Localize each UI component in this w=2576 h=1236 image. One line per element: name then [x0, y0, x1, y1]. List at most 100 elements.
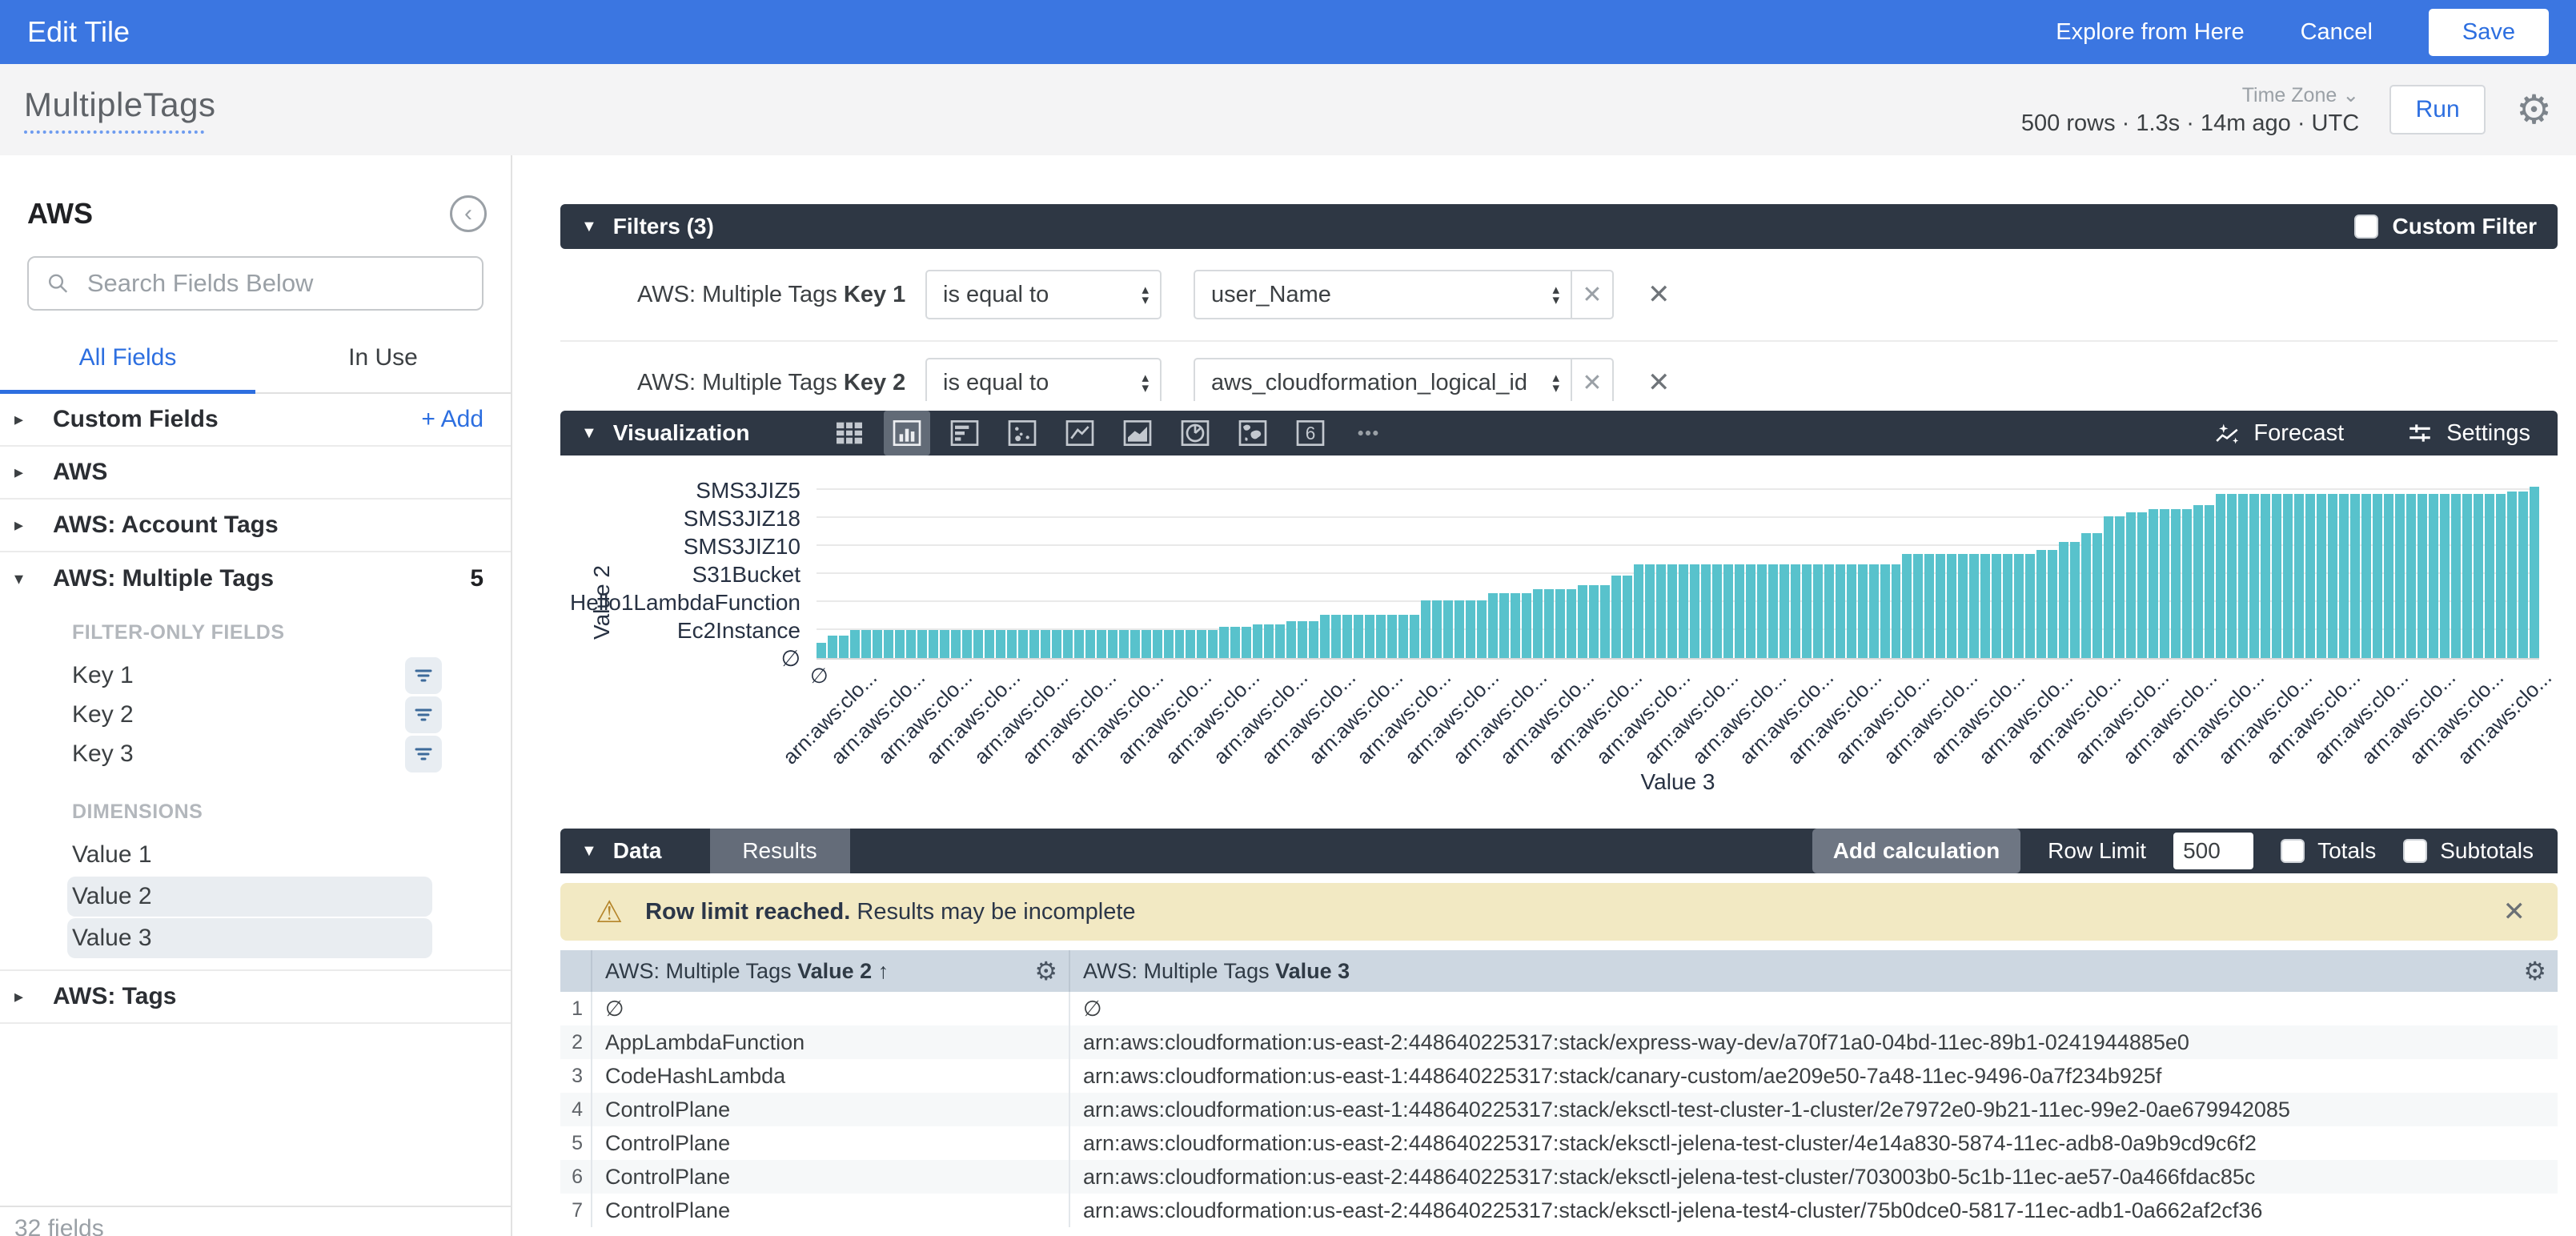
column-header-value2[interactable]: AWS: Multiple Tags Value 2 ↑ ⚙	[591, 950, 1069, 992]
horizontal-bar-icon[interactable]	[941, 411, 988, 455]
scatter-icon[interactable]	[999, 411, 1045, 455]
column-gear-icon[interactable]: ⚙	[1034, 956, 1057, 986]
filter-icon[interactable]	[405, 696, 442, 733]
value-select[interactable]: user_Name ▴▾ ✕	[1194, 270, 1614, 319]
search-input[interactable]	[87, 269, 464, 298]
run-button[interactable]: Run	[2389, 85, 2486, 134]
explore-from-here-button[interactable]: Explore from Here	[2056, 19, 2244, 46]
single-value-icon[interactable]: 6	[1287, 411, 1334, 455]
more-icon[interactable]	[1345, 411, 1391, 455]
bar	[2406, 494, 2416, 658]
select-arrows-icon: ▴▾	[1552, 372, 1559, 393]
bar	[1969, 554, 1979, 658]
field-count-badge: 5	[470, 565, 484, 592]
bar	[1443, 600, 1453, 658]
row-limit-warning: ⚠ Row limit reached. Results may be inco…	[560, 883, 2558, 941]
operator-select[interactable]: is equal to ▴▾	[925, 270, 1162, 319]
field-value-3[interactable]: Value 3	[67, 918, 432, 958]
table-row[interactable]: 4ControlPlanearn:aws:cloudformation:us-e…	[560, 1093, 2558, 1126]
field-key-1[interactable]: Key 1	[0, 656, 511, 695]
table-row[interactable]: 7ControlPlanearn:aws:cloudformation:us-e…	[560, 1194, 2558, 1227]
tab-in-use[interactable]: In Use	[255, 344, 511, 392]
table-row[interactable]: 1∅∅	[560, 992, 2558, 1025]
forecast-button[interactable]: Forecast	[2213, 419, 2344, 447]
tab-all-fields[interactable]: All Fields	[0, 344, 255, 392]
bar	[1007, 630, 1017, 658]
table-row[interactable]: 6ControlPlanearn:aws:cloudformation:us-e…	[560, 1160, 2558, 1194]
filters-header[interactable]: ▼ Filters (3) Custom Filter	[560, 204, 2558, 249]
pie-chart-icon[interactable]	[1172, 411, 1218, 455]
value3-cell: arn:aws:cloudformation:us-east-2:4486402…	[1069, 1160, 2558, 1194]
sidebar-group-aws-multiple-tags[interactable]: ▾ AWS: Multiple Tags 5	[0, 552, 511, 605]
table-row[interactable]: 5ControlPlanearn:aws:cloudformation:us-e…	[560, 1126, 2558, 1160]
bar	[1175, 630, 1185, 658]
line-chart-icon[interactable]	[1057, 411, 1103, 455]
area-chart-icon[interactable]	[1114, 411, 1161, 455]
bar-chart-icon[interactable]	[884, 411, 930, 455]
subtotals-toggle[interactable]: Subtotals	[2403, 838, 2534, 864]
field-search[interactable]	[27, 256, 484, 311]
bar	[1466, 600, 1475, 658]
add-calculation-button[interactable]: Add calculation	[1812, 829, 2020, 873]
custom-filter-checkbox[interactable]	[2354, 215, 2378, 239]
query-title[interactable]: MultipleTags	[24, 86, 215, 124]
bar	[2182, 509, 2192, 658]
value-select[interactable]: aws_cloudformation_logical_id ▴▾ ✕	[1194, 358, 1614, 401]
row-limit-input[interactable]	[2173, 833, 2253, 869]
clear-value-icon[interactable]: ✕	[1571, 271, 1612, 318]
results-table: AWS: Multiple Tags Value 2 ↑ ⚙ AWS: Mult…	[560, 950, 2558, 1227]
bar	[1980, 554, 1990, 658]
table-row[interactable]: 3CodeHashLambdaarn:aws:cloudformation:us…	[560, 1059, 2558, 1093]
bar	[828, 636, 837, 658]
field-key-3[interactable]: Key 3	[0, 734, 511, 773]
table-row[interactable]: 2AppLambdaFunctionarn:aws:cloudformation…	[560, 1025, 2558, 1059]
bar	[850, 630, 860, 658]
totals-checkbox[interactable]	[2281, 839, 2305, 863]
sidebar-group-custom-fields[interactable]: ▸ Custom Fields + Add	[0, 394, 511, 447]
sidebar-group-aws-tags[interactable]: ▸ AWS: Tags	[0, 971, 511, 1024]
field-value-1[interactable]: Value 1	[0, 835, 511, 875]
settings-button[interactable]: Settings	[2406, 419, 2530, 447]
bar	[1746, 564, 1755, 658]
visualization-header[interactable]: ▼ Visualization 6 Forecast Settings	[560, 411, 2558, 455]
data-header[interactable]: ▼ Data Results Add calculation Row Limit…	[560, 829, 2558, 873]
y-tick-label: SMS3JIZ10	[684, 534, 800, 560]
remove-filter-icon[interactable]: ✕	[1647, 279, 1671, 311]
totals-toggle[interactable]: Totals	[2281, 838, 2376, 864]
filter-icon[interactable]	[405, 657, 442, 694]
clear-value-icon[interactable]: ✕	[1571, 359, 1612, 401]
bar	[2126, 512, 2136, 658]
bar	[1275, 624, 1285, 658]
save-button[interactable]: Save	[2429, 9, 2549, 56]
fields-count-footer: 32 fields	[0, 1206, 511, 1236]
bar	[1791, 564, 1800, 658]
table-icon[interactable]	[826, 411, 873, 455]
svg-text:6: 6	[1306, 423, 1316, 443]
collapse-sidebar-icon[interactable]: ‹	[450, 195, 487, 232]
add-custom-field-button[interactable]: + Add	[421, 406, 484, 433]
remove-filter-icon[interactable]: ✕	[1647, 367, 1671, 399]
bar	[1992, 554, 2001, 658]
bar	[2429, 494, 2438, 658]
field-value-2[interactable]: Value 2	[67, 877, 432, 917]
column-header-value3[interactable]: AWS: Multiple Tags Value 3 ⚙	[1069, 950, 2558, 992]
field-key-2[interactable]: Key 2	[0, 695, 511, 734]
bar	[1836, 564, 1845, 658]
dismiss-warning-icon[interactable]: ✕	[2503, 896, 2526, 928]
gear-icon[interactable]: ⚙	[2516, 90, 2552, 130]
caret-right-icon: ▸	[14, 409, 42, 430]
map-icon[interactable]	[1230, 411, 1276, 455]
bar	[839, 636, 849, 658]
filter-icon[interactable]	[405, 736, 442, 772]
custom-filter-label: Custom Filter	[2393, 214, 2537, 239]
column-gear-icon[interactable]: ⚙	[2523, 956, 2546, 986]
sidebar-group-aws-account-tags[interactable]: ▸ AWS: Account Tags	[0, 500, 511, 552]
tab-results[interactable]: Results	[710, 829, 850, 873]
bar	[2070, 542, 2080, 658]
subtotals-checkbox[interactable]	[2403, 839, 2427, 863]
sidebar-group-aws[interactable]: ▸ AWS	[0, 447, 511, 500]
cancel-button[interactable]: Cancel	[2301, 19, 2373, 46]
timezone-dropdown[interactable]: Time Zone ⌄	[2021, 83, 2359, 107]
operator-select[interactable]: is equal to ▴▾	[925, 358, 1162, 401]
value2-cell: ControlPlane	[591, 1093, 1069, 1126]
